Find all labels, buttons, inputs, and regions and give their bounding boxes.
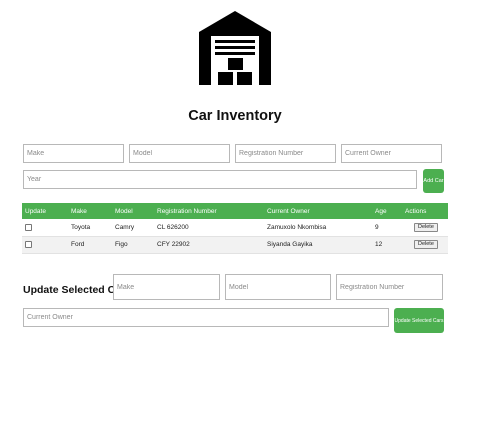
make-input[interactable] bbox=[23, 144, 124, 163]
delete-button[interactable]: Delete bbox=[414, 240, 438, 249]
update-checkbox[interactable] bbox=[25, 240, 32, 248]
table-header-row: Update Make Model Registration Number Cu… bbox=[22, 203, 448, 219]
table-row: Toyota Camry CL 626200 Zamuxolo Nkombisa… bbox=[22, 219, 448, 236]
owner-input[interactable] bbox=[341, 144, 442, 163]
update-registration-input[interactable] bbox=[336, 274, 443, 300]
cell-make: Ford bbox=[71, 241, 85, 248]
cell-registration: CFY 22902 bbox=[157, 241, 190, 248]
header-owner: Current Owner bbox=[267, 207, 310, 215]
cell-owner: Zamuxolo Nkombisa bbox=[267, 223, 327, 231]
cell-model: Figo bbox=[115, 241, 128, 248]
update-owner-input[interactable] bbox=[23, 308, 389, 327]
update-selected-cars-button[interactable]: Update Selected Cars bbox=[394, 308, 444, 333]
cell-age: 9 bbox=[375, 223, 379, 231]
model-input[interactable] bbox=[129, 144, 230, 163]
garage-icon bbox=[199, 11, 271, 85]
header-age: Age bbox=[375, 207, 387, 215]
update-checkbox[interactable] bbox=[25, 223, 32, 231]
header-update: Update bbox=[25, 207, 46, 215]
cell-owner: Siyanda Gayika bbox=[267, 241, 313, 248]
delete-button[interactable]: Delete bbox=[414, 222, 438, 232]
year-input[interactable] bbox=[23, 170, 417, 189]
cell-model: Camry bbox=[115, 223, 135, 231]
cell-registration: CL 626200 bbox=[157, 223, 189, 231]
inventory-table: Update Make Model Registration Number Cu… bbox=[22, 203, 448, 254]
header-registration: Registration Number bbox=[157, 207, 217, 215]
header-actions: Actions bbox=[405, 207, 427, 215]
update-make-input[interactable] bbox=[113, 274, 220, 300]
cell-make: Toyota bbox=[71, 223, 91, 231]
page-title: Car Inventory bbox=[188, 108, 282, 124]
table-row: Ford Figo CFY 22902 Siyanda Gayika 12 De… bbox=[22, 236, 448, 253]
cell-age: 12 bbox=[375, 241, 383, 248]
update-model-input[interactable] bbox=[225, 274, 331, 300]
header-make: Make bbox=[71, 207, 87, 215]
header-model: Model bbox=[115, 207, 133, 215]
add-car-button[interactable]: Add Car bbox=[423, 169, 444, 193]
registration-input[interactable] bbox=[235, 144, 336, 163]
